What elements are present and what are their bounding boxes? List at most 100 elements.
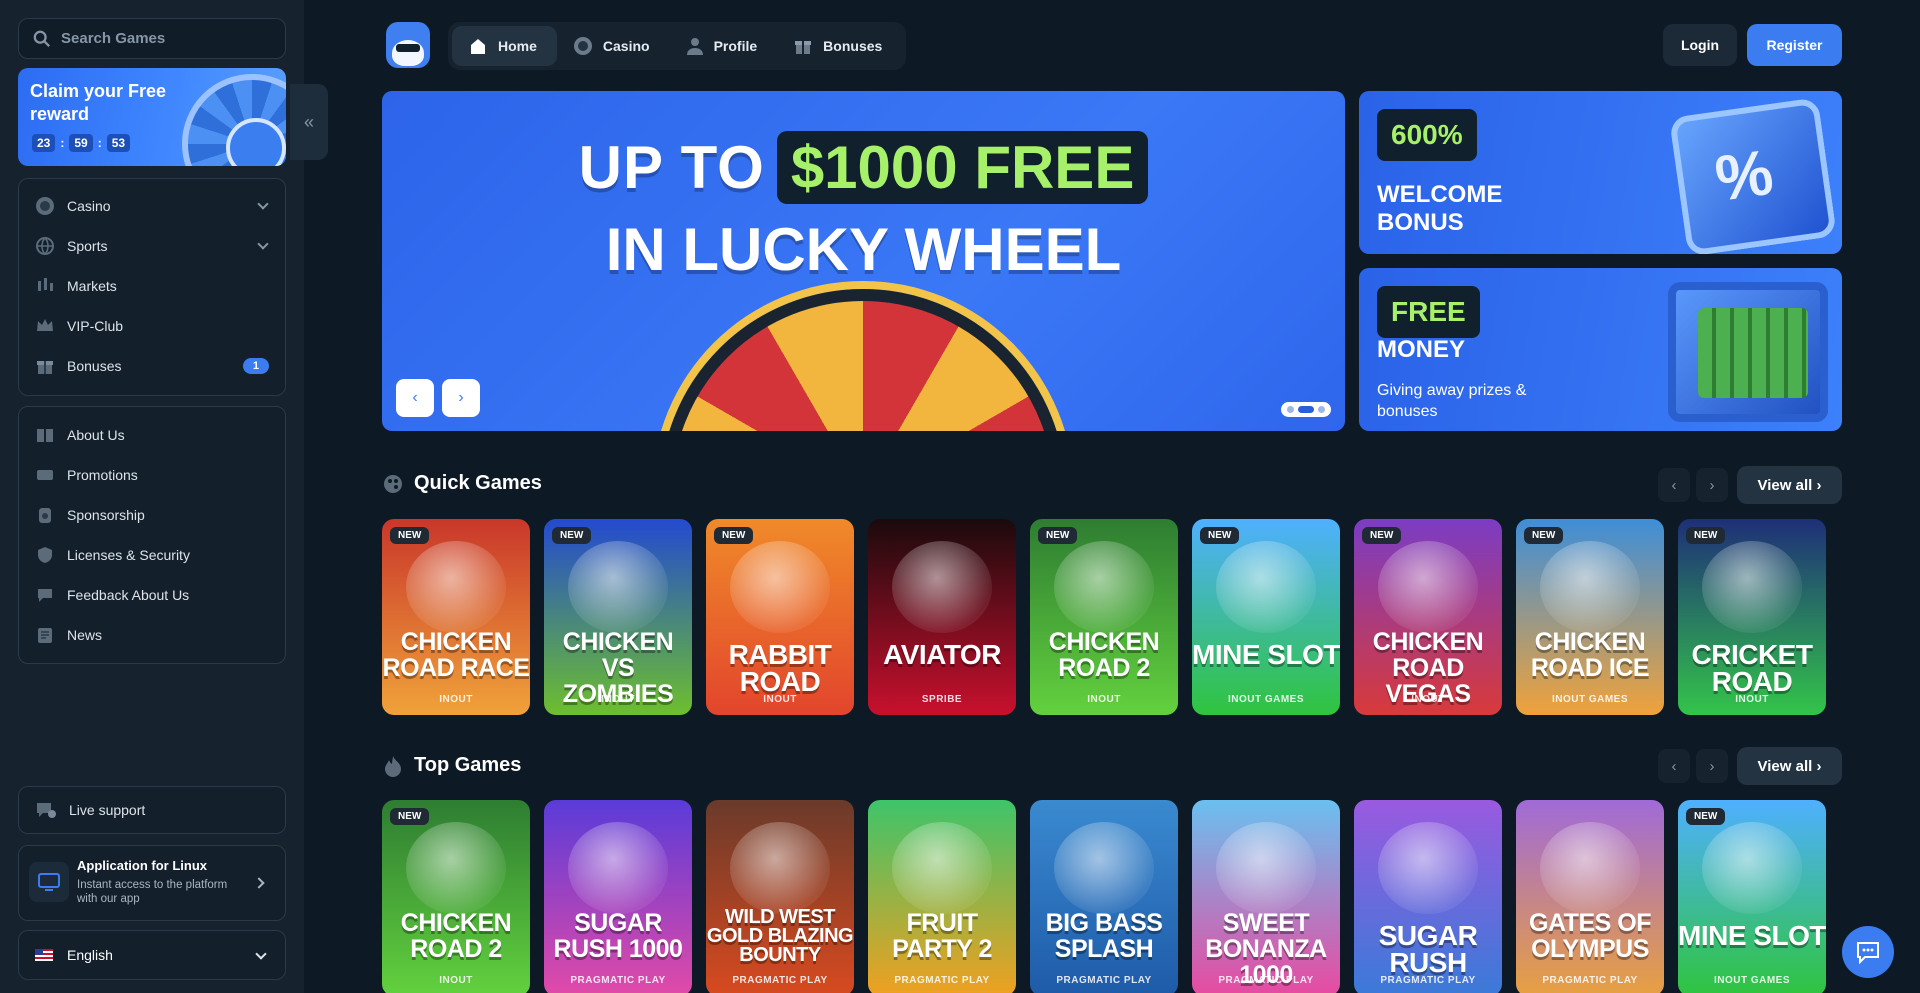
tab-casino[interactable]: Casino: [557, 26, 670, 66]
view-all-label: View all: [1757, 476, 1813, 494]
game-card[interactable]: NEW CRICKET ROAD INOUT: [1678, 519, 1826, 715]
quick-games-next-button[interactable]: ›: [1696, 468, 1728, 502]
tab-label: Home: [498, 38, 537, 54]
top-games-row: NEW CHICKEN ROAD 2 INOUT SUGAR RUSH 1000 PRA…: [382, 800, 1842, 993]
game-card[interactable]: NEW CHICKEN ROAD 2 INOUT: [1030, 519, 1178, 715]
gift-box-image: [1668, 97, 1838, 254]
game-card[interactable]: AVIATOR SPRIBE: [868, 519, 1016, 715]
game-card[interactable]: SUGAR RUSH 1000 PRAGMATIC PLAY: [544, 800, 692, 993]
game-title: CRICKET ROAD: [1691, 639, 1813, 697]
login-button[interactable]: Login: [1663, 24, 1737, 66]
game-provider: PRAGMATIC PLAY: [1218, 975, 1314, 986]
collapse-sidebar-button[interactable]: «: [290, 84, 328, 160]
free-reward-banner[interactable]: Claim your Free reward 23 : 59 : 53: [18, 68, 286, 166]
top-games-next-button[interactable]: ›: [1696, 749, 1728, 783]
game-card[interactable]: GATES OF OLYMPUS PRAGMATIC PLAY: [1516, 800, 1664, 993]
pagination-dot[interactable]: [1287, 406, 1294, 413]
menu-item-sports[interactable]: Sports: [19, 226, 285, 266]
new-badge: NEW: [390, 808, 430, 825]
game-provider: INOUT GAMES: [1551, 694, 1629, 705]
top-games-view-all[interactable]: View all ›: [1737, 747, 1842, 785]
chevron-left-icon: ‹: [1671, 757, 1677, 775]
casino-chip-icon: [573, 37, 592, 55]
pagination-dot-active[interactable]: [1298, 406, 1314, 413]
game-artwork: [730, 822, 830, 914]
language-selector[interactable]: English: [18, 930, 286, 980]
game-provider: PRAGMATIC PLAY: [1056, 975, 1152, 986]
menu-item-casino[interactable]: Casino: [19, 186, 285, 226]
menu-item-promotions[interactable]: Promotions: [19, 455, 285, 495]
menu-item-news[interactable]: News: [19, 615, 285, 655]
game-provider: PRAGMATIC PLAY: [1380, 975, 1476, 986]
game-card[interactable]: NEW MINE SLOT INOUT GAMES: [1192, 519, 1340, 715]
game-artwork: [568, 822, 668, 914]
hero-banner[interactable]: UP TO $1000 FREE IN LUCKY WHEEL ‹ ›: [382, 91, 1345, 431]
new-badge: NEW: [552, 527, 592, 544]
game-card[interactable]: FRUIT PARTY 2 PRAGMATIC PLAY: [868, 800, 1016, 993]
menu-item-markets[interactable]: Markets: [19, 266, 285, 306]
game-artwork: [892, 541, 992, 633]
hero-next-button[interactable]: ›: [442, 379, 480, 417]
menu-item-vip-club[interactable]: VIP-Club: [19, 306, 285, 346]
game-artwork: [892, 822, 992, 914]
game-card[interactable]: NEW CHICKEN ROAD ICE INOUT GAMES: [1516, 519, 1664, 715]
support-label: Live support: [69, 802, 146, 818]
game-title: AVIATOR: [883, 639, 1001, 670]
live-support-button[interactable]: Live support: [18, 786, 286, 834]
game-card[interactable]: NEW RABBIT ROAD INOUT: [706, 519, 854, 715]
quick-games-prev-button[interactable]: ‹: [1658, 468, 1690, 502]
hero-prev-button[interactable]: ‹: [396, 379, 434, 417]
game-provider: INOUT: [439, 975, 473, 986]
game-artwork: [1540, 541, 1640, 633]
game-title: CHICKEN ROAD RACE: [382, 628, 530, 682]
tab-home[interactable]: Home: [452, 26, 557, 66]
game-artwork: [1540, 822, 1640, 914]
game-card[interactable]: NEW CHICKEN VS ZOMBIES INOUT: [544, 519, 692, 715]
game-card[interactable]: NEW MINE SLOT INOUT GAMES: [1678, 800, 1826, 993]
site-logo[interactable]: [386, 22, 430, 68]
shield-icon: [35, 545, 55, 565]
game-provider: PRAGMATIC PLAY: [732, 975, 828, 986]
quick-games-view-all[interactable]: View all ›: [1737, 466, 1842, 504]
chat-icon: [1857, 942, 1879, 964]
pagination-dot[interactable]: [1318, 406, 1325, 413]
tab-label: Profile: [713, 38, 758, 54]
game-provider: INOUT: [1411, 694, 1445, 705]
menu-item-licenses-security[interactable]: Licenses & Security: [19, 535, 285, 575]
chat-support-button[interactable]: [1842, 926, 1894, 978]
chevron-left-icon: ‹: [412, 389, 418, 406]
promo-free-money[interactable]: FREE MONEY Giving away prizes & bonuses: [1359, 268, 1842, 431]
gift-icon: [35, 356, 55, 376]
game-card[interactable]: SWEET BONANZA 1000 PRAGMATIC PLAY: [1192, 800, 1340, 993]
tickets-icon: [35, 465, 55, 485]
game-provider: INOUT: [439, 694, 473, 705]
top-games-prev-button[interactable]: ‹: [1658, 749, 1690, 783]
linux-app-banner[interactable]: Application for Linux Instant access to …: [18, 845, 286, 921]
game-artwork: [406, 541, 506, 633]
menu-item-bonuses[interactable]: Bonuses 1: [19, 346, 285, 386]
game-artwork: [406, 822, 506, 914]
register-button[interactable]: Register: [1747, 24, 1842, 66]
game-card[interactable]: SUGAR RUSH PRAGMATIC PLAY: [1354, 800, 1502, 993]
tab-profile[interactable]: Profile: [670, 26, 778, 66]
tab-bonuses[interactable]: Bonuses: [777, 26, 902, 66]
menu-item-feedback[interactable]: Feedback About Us: [19, 575, 285, 615]
game-card[interactable]: WILD WEST GOLD BLAZING BOUNTY PRAGMATIC P…: [706, 800, 854, 993]
game-card[interactable]: NEW CHICKEN ROAD 2 INOUT: [382, 800, 530, 993]
promo-tag: FREE: [1377, 286, 1480, 338]
game-card[interactable]: NEW CHICKEN ROAD VEGAS INOUT: [1354, 519, 1502, 715]
game-card[interactable]: BIG BASS SPLASH PRAGMATIC PLAY: [1030, 800, 1178, 993]
game-title: CHICKEN ROAD ICE: [1530, 628, 1650, 682]
search-input[interactable]: Search Games: [18, 18, 286, 59]
promo-welcome-bonus[interactable]: 600% WELCOME BONUS: [1359, 91, 1842, 254]
gift-icon: [795, 41, 812, 54]
game-artwork: [1702, 541, 1802, 633]
menu-label: Licenses & Security: [67, 547, 190, 563]
menu-item-about-us[interactable]: About Us: [19, 415, 285, 455]
candles-icon: [35, 276, 55, 296]
menu-item-sponsorship[interactable]: Sponsorship: [19, 495, 285, 535]
chevron-right-icon: ›: [458, 389, 464, 406]
menu-label: VIP-Club: [67, 318, 124, 334]
game-card[interactable]: NEW CHICKEN ROAD RACE INOUT: [382, 519, 530, 715]
chevron-right-icon: ›: [1709, 757, 1715, 775]
